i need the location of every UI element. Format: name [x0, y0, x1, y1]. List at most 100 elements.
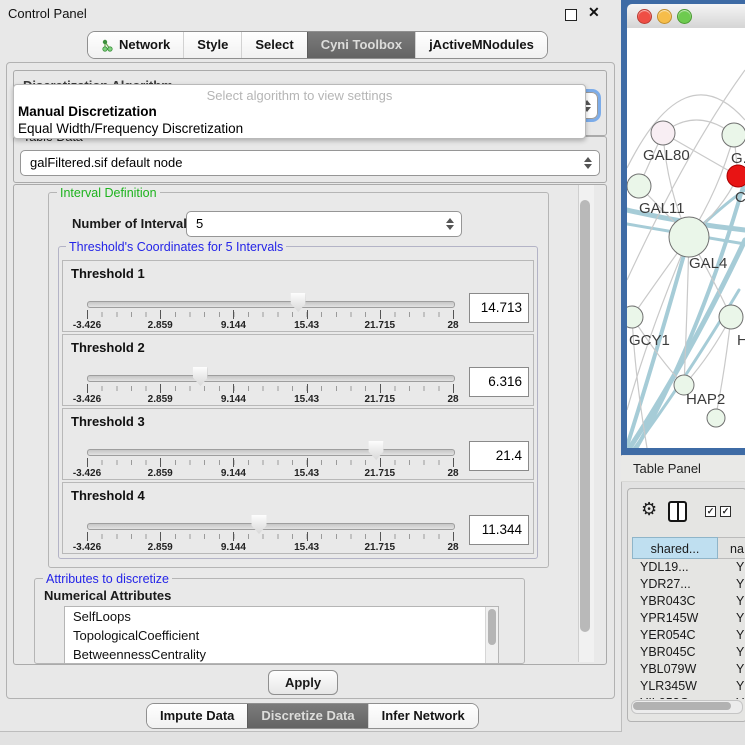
- slider-thumb[interactable]: [252, 515, 267, 534]
- table-row[interactable]: YBL079WYBL0: [632, 661, 745, 678]
- tab-select[interactable]: Select: [241, 32, 306, 58]
- table-row[interactable]: YDR27...YDR2: [632, 576, 745, 593]
- table-panel: ⚙ ✓ ✓ shared... na YDL19...YDL1 YDR27...…: [627, 488, 745, 722]
- minimize-traffic-light[interactable]: [657, 9, 672, 24]
- list-item[interactable]: BetweennessCentrality: [65, 645, 498, 664]
- table-body[interactable]: YDL19...YDL1 YDR27...YDR2 YBR043CYBR0 YP…: [632, 559, 745, 699]
- column-header-name[interactable]: na: [718, 537, 745, 559]
- table-row[interactable]: YBR045CYBR0: [632, 644, 745, 661]
- cell[interactable]: YDR2: [724, 576, 745, 593]
- network-window-titlebar[interactable]: [627, 4, 745, 29]
- cell[interactable]: YBL079W: [632, 661, 724, 678]
- tab-impute-data[interactable]: Impute Data: [147, 704, 247, 728]
- node-gal80[interactable]: [651, 121, 675, 145]
- cell[interactable]: YLR345W: [632, 678, 724, 695]
- node-gcy1[interactable]: [627, 306, 643, 328]
- cell[interactable]: YBL0: [724, 661, 745, 678]
- threshold-slider[interactable]: -3.426 2.859 9.144 15.43 21.715 28: [87, 513, 453, 553]
- cell[interactable]: YBR043C: [632, 593, 724, 610]
- zoom-traffic-light[interactable]: [677, 9, 692, 24]
- cell[interactable]: YPR1: [724, 610, 745, 627]
- list-item[interactable]: TopologicalCoefficient: [65, 626, 498, 645]
- table-row[interactable]: YBR043CYBR0: [632, 593, 745, 610]
- column-header-shared-name[interactable]: shared...: [632, 537, 718, 559]
- close-icon[interactable]: ✕: [588, 4, 600, 21]
- thresholds-group-label: Threshold's Coordinates for 5 Intervals: [66, 240, 286, 254]
- slider-thumb[interactable]: [369, 441, 384, 460]
- tab-network[interactable]: Network: [88, 32, 183, 58]
- slider-track[interactable]: [87, 375, 455, 382]
- node-bottom[interactable]: [707, 409, 725, 427]
- node-selected-red[interactable]: [727, 165, 745, 187]
- slider-track[interactable]: [87, 449, 455, 456]
- float-window-icon[interactable]: [565, 9, 577, 21]
- list-scrollbar[interactable]: [485, 607, 498, 663]
- cell[interactable]: YBR0: [724, 593, 745, 610]
- major-tick: [380, 310, 381, 319]
- cell[interactable]: YDL19...: [632, 559, 724, 576]
- cell[interactable]: YPR145W: [632, 610, 724, 627]
- threshold-value-field[interactable]: 11.344: [469, 515, 529, 545]
- columns-icon[interactable]: [668, 501, 687, 522]
- panel-title: Control Panel: [8, 6, 87, 21]
- node-gal4[interactable]: [669, 217, 709, 257]
- network-canvas[interactable]: GAL80 G. C GAL11 GAL4 GCY1 H HAP2: [627, 28, 745, 448]
- cell[interactable]: YDL1: [724, 559, 745, 576]
- tick-label: 28: [447, 468, 458, 479]
- menu-item-manual-discretization[interactable]: Manual Discretization: [17, 104, 582, 119]
- cell[interactable]: YBR045C: [632, 644, 724, 661]
- numerical-attributes-list[interactable]: SelfLoops TopologicalCoefficient Between…: [64, 606, 499, 664]
- tab-jactivemnodules[interactable]: jActiveMNodules: [415, 32, 547, 58]
- table-header-row: shared... na: [632, 537, 745, 559]
- slider-thumb[interactable]: [291, 293, 306, 312]
- slider-thumb[interactable]: [193, 367, 208, 386]
- menu-item-equal-width-frequency[interactable]: Equal Width/Frequency Discretization: [17, 121, 582, 136]
- node-clipped-top-right[interactable]: [722, 123, 745, 147]
- slider-minor-ticks: [87, 386, 453, 391]
- node-gal11[interactable]: [627, 174, 651, 198]
- checkbox-icon[interactable]: ✓: [705, 506, 716, 517]
- table-row[interactable]: YIL052CYIL0: [632, 695, 745, 699]
- cell[interactable]: YIL0: [724, 695, 745, 699]
- close-traffic-light[interactable]: [637, 9, 652, 24]
- slider-track[interactable]: [87, 523, 455, 530]
- node-right[interactable]: [719, 305, 743, 329]
- threshold-value-field[interactable]: 21.4: [469, 441, 529, 471]
- list-item[interactable]: SelfLoops: [65, 607, 498, 626]
- table-row[interactable]: YPR145WYPR1: [632, 610, 745, 627]
- tab-infer-network[interactable]: Infer Network: [368, 704, 478, 728]
- gear-icon[interactable]: ⚙: [641, 500, 657, 518]
- checkbox-icon[interactable]: ✓: [720, 506, 731, 517]
- tab-label: jActiveMNodules: [429, 32, 534, 58]
- cell[interactable]: YBR0: [724, 644, 745, 661]
- table-horizontal-scrollbar[interactable]: [631, 700, 743, 714]
- tab-cyni-toolbox[interactable]: Cyni Toolbox: [307, 32, 415, 58]
- cell[interactable]: YIL052C: [632, 695, 724, 699]
- threshold-slider[interactable]: -3.426 2.859 9.144 15.43 21.715 28: [87, 291, 453, 331]
- table-data-combo[interactable]: galFiltered.sif default node: [20, 150, 600, 176]
- threshold-label: Threshold 2: [71, 340, 145, 355]
- tab-discretize-data[interactable]: Discretize Data: [247, 704, 367, 728]
- major-tick: [453, 458, 454, 467]
- settings-scrollbar-thumb[interactable]: [580, 200, 590, 632]
- cell[interactable]: YER054C: [632, 627, 724, 644]
- network-graph[interactable]: GAL80 G. C GAL11 GAL4 GCY1 H HAP2: [627, 28, 745, 448]
- number-of-intervals-combo[interactable]: 5: [186, 211, 462, 237]
- slider-track[interactable]: [87, 301, 455, 308]
- cell[interactable]: YDR27...: [632, 576, 724, 593]
- table-row[interactable]: YLR345WYLR3: [632, 678, 745, 695]
- table-row[interactable]: YER054CYER0: [632, 627, 745, 644]
- table-row[interactable]: YDL19...YDL1: [632, 559, 745, 576]
- threshold-slider[interactable]: -3.426 2.859 9.144 15.43 21.715 28: [87, 365, 453, 405]
- cell[interactable]: YLR3: [724, 678, 745, 695]
- tab-style[interactable]: Style: [183, 32, 241, 58]
- apply-button[interactable]: Apply: [268, 670, 338, 695]
- threshold-value-field[interactable]: 6.316: [469, 367, 529, 397]
- threshold-slider[interactable]: -3.426 2.859 9.144 15.43 21.715 28: [87, 439, 453, 479]
- cell[interactable]: YER0: [724, 627, 745, 644]
- threshold-row: Threshold 4 -3.426 2.859 9.144 15.43 21.…: [62, 482, 534, 554]
- list-scrollbar-thumb[interactable]: [488, 609, 496, 645]
- threshold-value-field[interactable]: 14.713: [469, 293, 529, 323]
- table-horizontal-scrollbar-thumb[interactable]: [633, 702, 731, 710]
- tab-label: Network: [119, 32, 170, 58]
